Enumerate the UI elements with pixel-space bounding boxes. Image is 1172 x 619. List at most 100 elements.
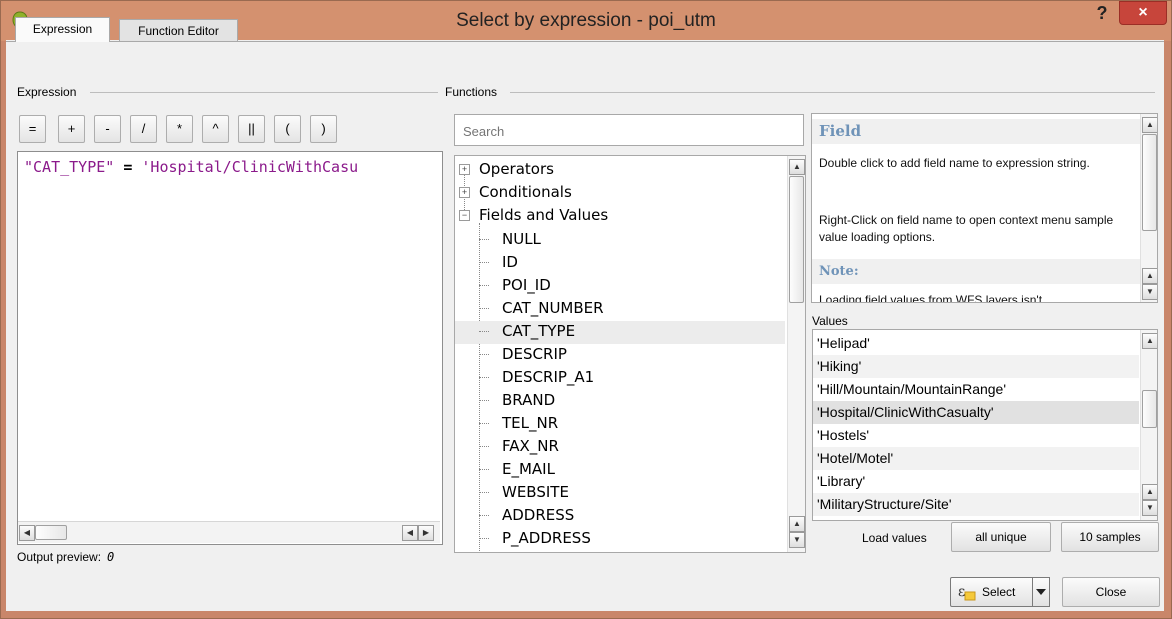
tree-field-item[interactable]: WEBSITE [502,483,569,501]
scroll-up-icon[interactable]: ▲ [1142,117,1157,133]
operator-close-paren-button[interactable]: ) [310,115,337,143]
scroll-up-icon[interactable]: ▲ [1142,484,1157,500]
expression-field: "CAT_TYPE" [24,158,115,176]
all-unique-button[interactable]: all unique [951,522,1051,552]
chevron-down-icon [1036,589,1046,595]
tree-group-conditionals[interactable]: Conditionals [479,183,572,201]
scrollbar-thumb[interactable] [789,176,804,303]
tree-field-item[interactable]: ID [502,253,518,271]
operator-divide-button[interactable]: / [130,115,157,143]
tree-group-fields-and-values[interactable]: Fields and Values [479,206,608,224]
tree-branch [479,400,489,401]
operator-power-button[interactable]: ^ [202,115,229,143]
values-label: Values [812,314,848,328]
search-input[interactable] [461,117,795,145]
expression-editor[interactable]: "CAT_TYPE" = 'Hospital/ClinicWithCasu [17,151,443,545]
expand-icon[interactable]: + [459,187,470,198]
operator-multiply-button[interactable]: * [166,115,193,143]
help-button[interactable]: ? [1089,3,1115,25]
scroll-left-icon[interactable]: ◀ [19,525,35,541]
list-item[interactable]: 'Hiking' [813,355,1139,378]
tree-branch [479,331,489,332]
svg-text:ε: ε [958,584,965,600]
functions-group-label: Functions [445,85,501,99]
tab-function-editor[interactable]: Function Editor [119,19,238,42]
tree-branch [479,469,489,470]
operator-plus-button[interactable]: + [58,115,85,143]
help-panel: Field Double click to add field name to … [811,113,1158,303]
function-tree[interactable]: + Operators + Conditionals − Fields and … [454,155,806,553]
help-note-text: Loading field values from WFS layers isn… [819,293,1043,303]
tree-group-operators[interactable]: Operators [479,160,554,178]
tab-expression[interactable]: Expression [15,17,110,42]
help-paragraph: Double click to add field name to expres… [819,156,1090,170]
tree-branch [479,492,489,493]
scrollbar-thumb[interactable] [1142,390,1157,428]
list-item[interactable]: 'Library' [813,470,1139,493]
tree-branch [479,377,489,378]
tree-vertical-scrollbar[interactable]: ▲ ▲ ▼ [787,156,805,552]
scroll-left-icon[interactable]: ◀ [402,525,418,541]
operator-minus-button[interactable]: - [94,115,121,143]
tree-field-item[interactable]: P_ADDRESS [502,529,591,547]
scroll-right-icon[interactable]: ▶ [418,525,434,541]
tree-field-item[interactable]: FAX_NR [502,437,559,455]
list-item[interactable]: 'MilitaryStructure/Site' [813,493,1139,516]
value-text: 'Helipad' [817,335,870,351]
tree-field-item[interactable]: NULL [502,230,541,248]
tree-branch [479,262,489,263]
help-heading: Field [812,119,1140,144]
scroll-down-icon[interactable]: ▼ [789,532,805,548]
help-note-heading: Note: [812,259,1140,284]
tree-field-item[interactable]: E_MAIL [502,460,555,478]
tree-branch [479,239,489,240]
list-item[interactable]: 'Helipad' [813,332,1139,355]
tree-field-item[interactable]: TEL_NR [502,414,558,432]
expression-horizontal-scrollbar[interactable]: ◀ ◀ ▶ [18,521,440,543]
scroll-up-icon[interactable]: ▲ [1142,268,1157,284]
close-button[interactable]: Close [1062,577,1160,607]
function-search[interactable] [454,114,804,146]
values-vertical-scrollbar[interactable]: ▲ ▲ ▼ [1140,330,1157,520]
close-window-button[interactable]: × [1119,1,1167,25]
scroll-down-icon[interactable]: ▼ [1142,284,1157,300]
list-item[interactable]: 'Hill/Mountain/MountainRange' [813,378,1139,401]
tree-field-item[interactable]: POI_ID [502,276,551,294]
tree-field-item[interactable]: BRAND [502,391,555,409]
tree-branch [479,308,489,309]
ten-samples-button[interactable]: 10 samples [1061,522,1159,552]
scroll-down-icon[interactable]: ▼ [1142,500,1157,516]
value-text: 'Hostels' [817,427,870,443]
output-preview-value: 0 [107,550,115,564]
tree-branch [479,515,489,516]
scrollbar-thumb[interactable] [1142,134,1157,231]
value-text: 'MilitaryStructure/Site' [817,496,952,512]
scroll-up-icon[interactable]: ▲ [789,159,805,175]
tree-field-item[interactable]: CAT_NUMBER [502,299,604,317]
list-item[interactable]: 'Hostels' [813,424,1139,447]
tree-field-item[interactable]: DESCRIP_A1 [502,368,594,386]
operator-equals-button[interactable]: = [19,115,46,143]
values-list[interactable]: 'Helipad' 'Hiking' 'Hill/Mountain/Mounta… [812,329,1158,521]
select-button[interactable]: ε Select [950,577,1037,607]
scrollbar-thumb[interactable] [35,525,67,540]
help-paragraph: Right-Click on field name to open contex… [819,213,1114,244]
value-text: 'Hiking' [817,358,862,374]
tab-divider [6,41,1164,42]
scroll-up-icon[interactable]: ▲ [789,516,805,532]
operator-open-paren-button[interactable]: ( [274,115,301,143]
operator-concat-button[interactable]: || [238,115,265,143]
expand-icon[interactable]: + [459,164,470,175]
list-item-selected[interactable]: 'Hospital/ClinicWithCasualty' [813,401,1139,424]
tree-guide [479,223,480,552]
select-button-label: Select [982,585,1016,599]
scroll-up-icon[interactable]: ▲ [1142,333,1157,349]
load-values-label: Load values [862,531,927,545]
select-dropdown-button[interactable] [1032,577,1050,607]
tree-field-item-selected[interactable]: CAT_TYPE [502,322,575,340]
tree-field-item[interactable]: ADDRESS [502,506,574,524]
list-item[interactable]: 'Hotel/Motel' [813,447,1139,470]
tree-field-item[interactable]: DESCRIP [502,345,567,363]
help-vertical-scrollbar[interactable]: ▲ ▲ ▼ [1140,114,1157,302]
collapse-icon[interactable]: − [459,210,470,221]
